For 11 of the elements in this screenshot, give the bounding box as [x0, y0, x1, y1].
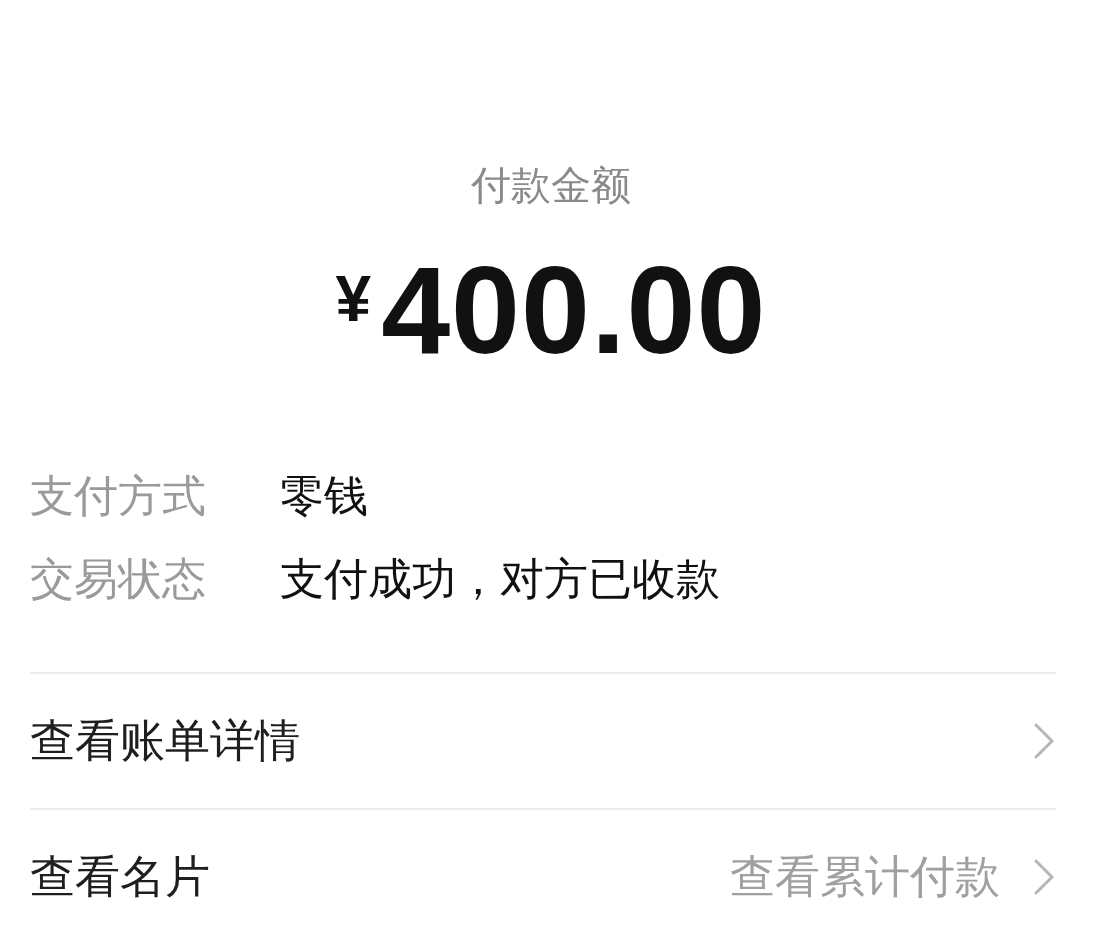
detail-label: 交易状态 [30, 552, 207, 606]
detail-value: 支付成功，对方已收款 [280, 552, 720, 606]
chevron-right-icon [1034, 859, 1054, 895]
chevron-right-icon [1034, 723, 1054, 759]
detail-value: 零钱 [280, 469, 368, 523]
amount-label: 付款金额 [471, 161, 631, 210]
detail-label: 支付方式 [30, 469, 207, 523]
menu-row[interactable]: 查看名片 查看累计付款 [30, 810, 1056, 940]
currency-symbol: ¥ [335, 267, 372, 331]
menu-row[interactable]: 查看账单详情 [30, 674, 1056, 808]
amount-value: 400.00 [381, 245, 767, 375]
